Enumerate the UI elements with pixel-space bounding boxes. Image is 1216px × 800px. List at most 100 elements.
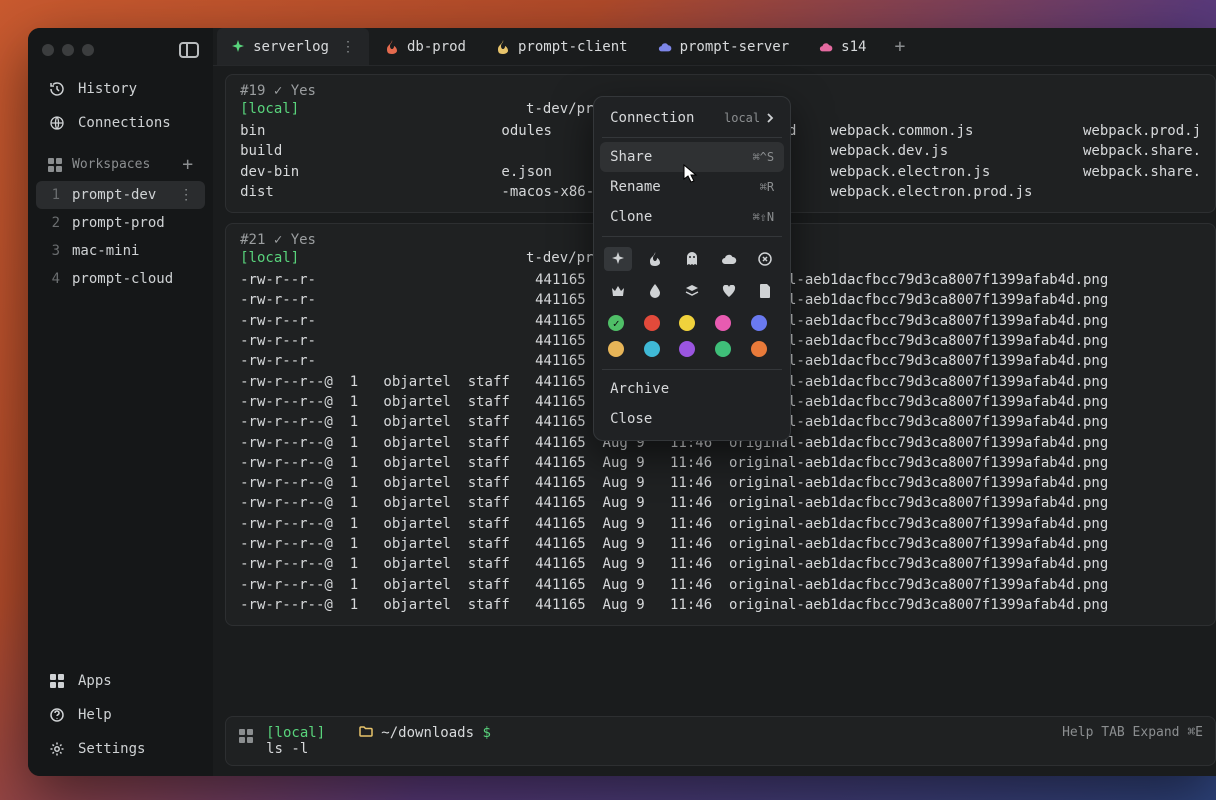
ctx-item-label: Clone: [610, 209, 652, 225]
color-swatch[interactable]: [608, 341, 624, 357]
workspace-item[interactable]: 2 prompt-prod: [36, 209, 205, 237]
workspace-name: mac-mini: [72, 243, 139, 259]
close-dot[interactable]: [42, 44, 54, 56]
color-swatch[interactable]: [644, 315, 660, 331]
input-dollar: $: [482, 725, 490, 741]
workspace-name: prompt-dev: [72, 187, 156, 203]
tab-label: prompt-server: [680, 39, 790, 55]
tab-label: db-prod: [407, 39, 466, 55]
command-input-bar[interactable]: [local] ~/downloads $ ls -l Help TAB Exp…: [225, 716, 1216, 766]
workspace-item[interactable]: 3 mac-mini: [36, 237, 205, 265]
color-swatch[interactable]: [679, 315, 695, 331]
ctx-archive[interactable]: Archive: [600, 374, 784, 404]
ctx-connection-label: Connection: [610, 110, 694, 126]
grid-icon[interactable]: [238, 728, 254, 744]
more-icon[interactable]: ⋮: [179, 187, 193, 203]
ctx-close[interactable]: Close: [600, 404, 784, 434]
tab-label: prompt-client: [518, 39, 628, 55]
tab-menu-icon[interactable]: ⋮: [341, 39, 355, 55]
sparkle-icon: [231, 40, 245, 54]
folder-icon: [359, 725, 381, 741]
color-swatch[interactable]: [751, 341, 767, 357]
sidebar-apps-label: Apps: [78, 673, 112, 689]
droplet-icon[interactable]: [641, 279, 669, 303]
heart-icon[interactable]: [715, 279, 743, 303]
separator: [602, 137, 782, 138]
min-dot[interactable]: [62, 44, 74, 56]
color-swatch[interactable]: [751, 315, 767, 331]
ctx-color-grid: [600, 309, 784, 365]
sidebar-history[interactable]: History: [36, 72, 205, 106]
cloud-icon: [819, 40, 833, 54]
tab-bar: serverlog⋮ db-prod prompt-client prompt-…: [213, 28, 1216, 66]
sidebar-settings[interactable]: Settings: [36, 732, 205, 766]
color-swatch[interactable]: [715, 315, 731, 331]
sidebar-apps[interactable]: Apps: [36, 664, 205, 698]
sidebar-connections[interactable]: Connections: [36, 106, 205, 140]
tab-prompt-client[interactable]: prompt-client: [482, 28, 642, 65]
ctx-connection[interactable]: Connection local: [600, 103, 784, 133]
compass-icon[interactable]: [751, 247, 779, 271]
crown-icon[interactable]: [604, 279, 632, 303]
history-icon: [48, 80, 66, 98]
workspace-item[interactable]: 1 prompt-dev ⋮: [36, 181, 205, 209]
prompt-local: [local]: [240, 250, 299, 266]
sidebar-help-label: Help: [78, 707, 112, 723]
help-icon: [48, 706, 66, 724]
input-hints: Help TAB Expand ⌘E: [1062, 725, 1203, 740]
window-titlebar: [36, 38, 205, 72]
sidebar: History Connections Workspaces + 1 promp…: [28, 28, 213, 776]
new-tab-button[interactable]: +: [882, 36, 917, 57]
color-swatch[interactable]: [644, 341, 660, 357]
color-swatch[interactable]: [679, 341, 695, 357]
cloud-icon[interactable]: [715, 247, 743, 271]
add-workspace-button[interactable]: +: [182, 154, 193, 175]
prompt-local: [local]: [240, 101, 299, 117]
ctx-archive-label: Archive: [610, 381, 669, 397]
tab-serverlog[interactable]: serverlog⋮: [217, 28, 369, 65]
sidebar-help[interactable]: Help: [36, 698, 205, 732]
ctx-clone[interactable]: Clone ⌘⇧N: [600, 202, 784, 232]
separator: [602, 236, 782, 237]
color-swatch[interactable]: [608, 315, 624, 331]
cloud-icon: [658, 40, 672, 54]
command-input-text[interactable]: [local] ~/downloads $ ls -l: [266, 725, 1050, 757]
apps-icon: [48, 672, 66, 690]
sidebar-history-label: History: [78, 81, 137, 97]
tab-prompt-server[interactable]: prompt-server: [644, 28, 804, 65]
chevron-right-icon: [766, 113, 774, 123]
sidebar-settings-label: Settings: [78, 741, 145, 757]
tab-db-prod[interactable]: db-prod: [371, 28, 480, 65]
workspace-num: 4: [48, 271, 60, 287]
ctx-close-label: Close: [610, 411, 652, 427]
flame-icon[interactable]: [641, 247, 669, 271]
workspace-list: 1 prompt-dev⋮2 prompt-prod3 mac-mini4 pr…: [36, 181, 205, 293]
ctx-item-label: Rename: [610, 179, 661, 195]
max-dot[interactable]: [82, 44, 94, 56]
window-traffic-lights[interactable]: [42, 44, 94, 56]
sidebar-connections-label: Connections: [78, 115, 171, 131]
tab-s14[interactable]: s14: [805, 28, 880, 65]
file-icon[interactable]: [751, 279, 779, 303]
ctx-item-shortcut: ⌘⇧N: [752, 210, 774, 224]
ctx-rename[interactable]: Rename ⌘R: [600, 172, 784, 202]
toggle-sidebar-icon[interactable]: [179, 42, 199, 58]
ctx-share[interactable]: Share ⌘^S: [600, 142, 784, 172]
workspace-name: prompt-prod: [72, 215, 165, 231]
app-window: History Connections Workspaces + 1 promp…: [28, 28, 1216, 776]
ghost-icon[interactable]: [678, 247, 706, 271]
separator: [602, 369, 782, 370]
tab-label: s14: [841, 39, 866, 55]
block-number: #21 ✓ Yes: [240, 232, 316, 248]
sparkle-icon[interactable]: [604, 247, 632, 271]
block-number: #19 ✓ Yes: [240, 83, 316, 99]
ctx-item-shortcut: ⌘R: [760, 180, 774, 194]
ctx-connection-value: local: [724, 111, 760, 125]
flame-icon: [496, 40, 510, 54]
workspace-num: 2: [48, 215, 60, 231]
layers-icon[interactable]: [678, 279, 706, 303]
workspace-num: 1: [48, 187, 60, 203]
workspace-item[interactable]: 4 prompt-cloud: [36, 265, 205, 293]
globe-icon: [48, 114, 66, 132]
color-swatch[interactable]: [715, 341, 731, 357]
